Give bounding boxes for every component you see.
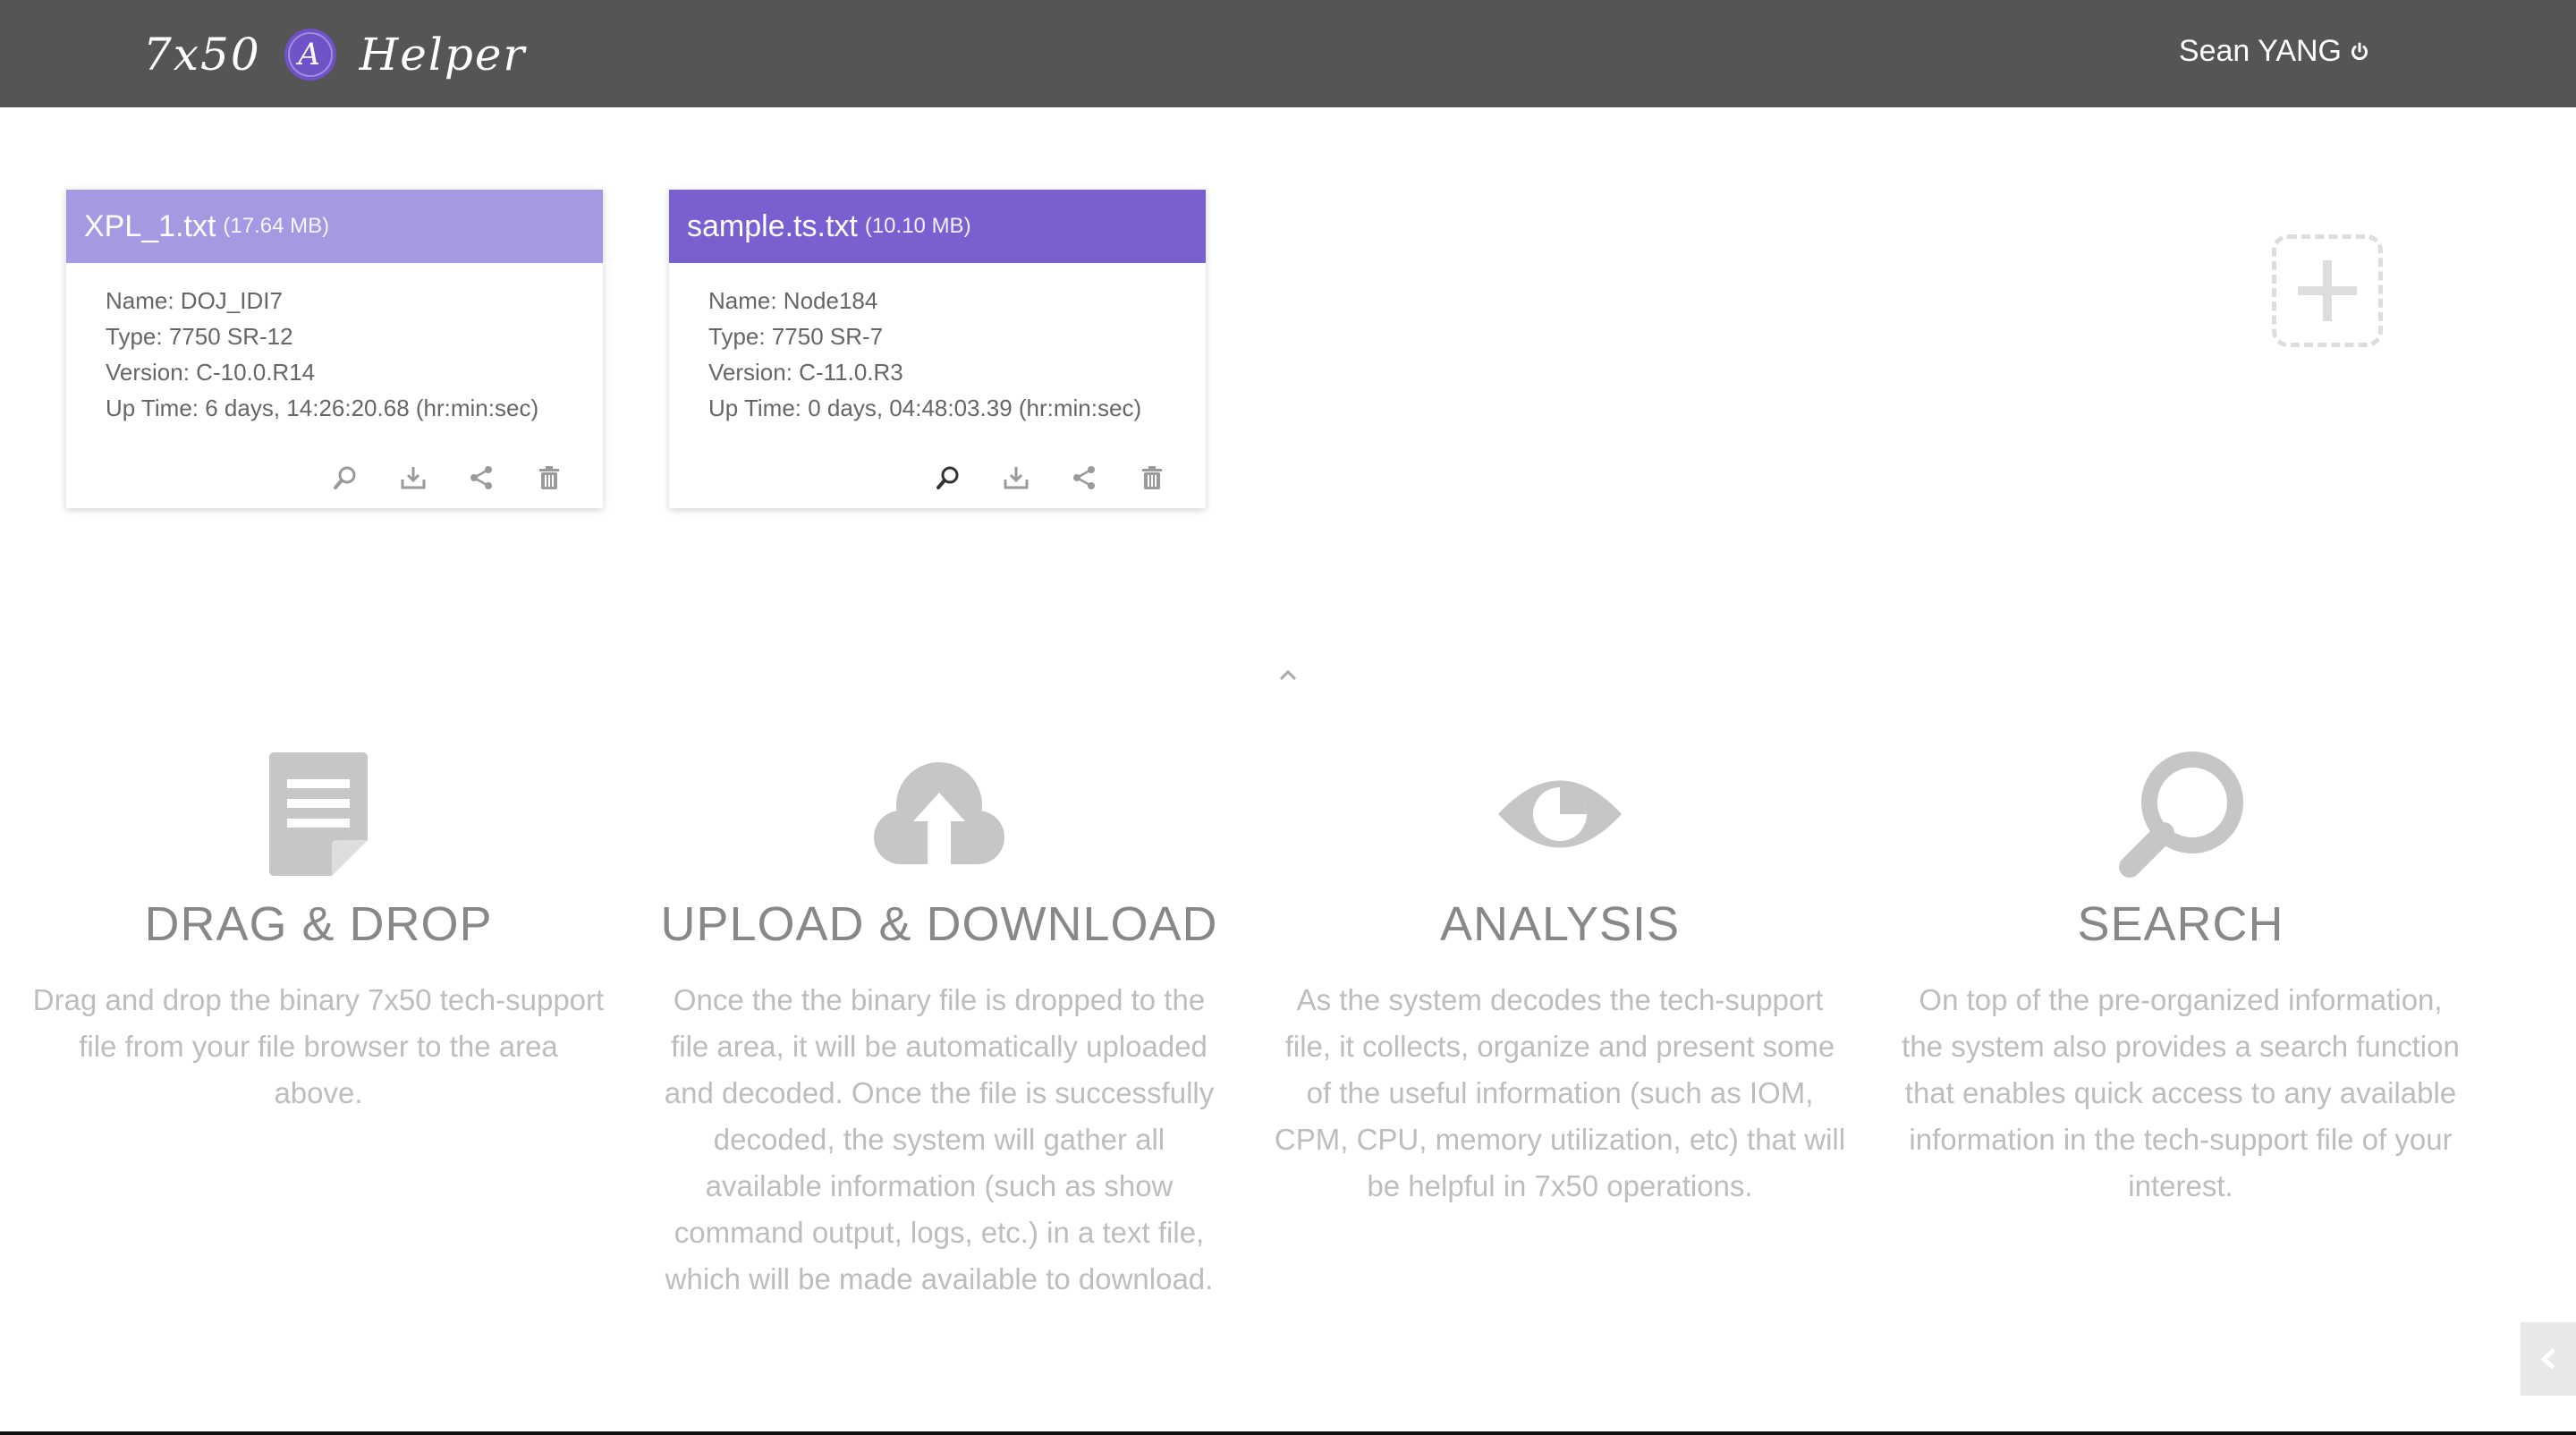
power-icon[interactable] <box>2349 41 2370 63</box>
feature-description: On top of the pre-organized information,… <box>1902 983 2460 1202</box>
search-icon[interactable] <box>934 463 962 492</box>
logo-text-left: 7x50 <box>143 29 261 81</box>
top-navbar: 7x50 A Helper Sean YANG <box>0 0 2576 107</box>
chevron-up-icon[interactable] <box>1277 666 1299 684</box>
download-icon[interactable] <box>399 463 428 492</box>
side-panel-toggle[interactable] <box>2521 1322 2576 1396</box>
device-version: Version: C-11.0.R3 <box>708 359 903 386</box>
file-size: (17.64 MB) <box>223 214 330 238</box>
cloud-upload-icon <box>644 743 1234 886</box>
trash-icon[interactable] <box>535 463 564 492</box>
logo-badge-icon: A <box>284 29 336 81</box>
device-uptime: Up Time: 0 days, 04:48:03.39 (hr:min:sec… <box>708 395 1142 421</box>
feature-title: DRAG & DROP <box>144 897 493 951</box>
header-notch <box>209 263 234 276</box>
file-card-details: Name: Node184 Type: 7750 SR-7 Version: C… <box>669 263 1206 426</box>
app-logo[interactable]: 7x50 A Helper <box>143 23 526 86</box>
file-card[interactable]: sample.ts.txt (10.10 MB) Name: Node184 T… <box>669 190 1206 508</box>
share-icon[interactable] <box>1070 463 1098 492</box>
eye-icon <box>1265 743 1855 886</box>
device-version: Version: C-10.0.R14 <box>106 359 316 386</box>
feature-description: Drag and drop the binary 7x50 tech-suppo… <box>32 983 605 1109</box>
feature-description: Once the the binary file is dropped to t… <box>664 983 1215 1295</box>
document-icon <box>23 743 614 886</box>
user-name[interactable]: Sean YANG <box>2179 34 2342 69</box>
trash-icon[interactable] <box>1138 463 1166 492</box>
file-name: sample.ts.txt <box>687 208 858 243</box>
download-icon[interactable] <box>1002 463 1030 492</box>
search-icon <box>1885 743 2476 886</box>
chevron-left-icon <box>2540 1348 2555 1370</box>
file-size: (10.10 MB) <box>864 214 971 238</box>
window-bottom-edge <box>0 1431 2576 1435</box>
feature-title: UPLOAD & DOWNLOAD <box>660 897 1218 951</box>
file-card-details: Name: DOJ_IDI7 Type: 7750 SR-12 Version:… <box>66 263 603 426</box>
file-card-header[interactable]: sample.ts.txt (10.10 MB) <box>669 190 1206 276</box>
logo-text-right: Helper <box>359 29 527 81</box>
card-actions <box>934 463 1166 492</box>
file-card[interactable]: XPL_1.txt (17.64 MB) Name: DOJ_IDI7 Type… <box>66 190 603 508</box>
feature-title: SEARCH <box>2077 897 2284 951</box>
feature-upload-download: UPLOAD & DOWNLOAD Once the the binary fi… <box>644 743 1234 1303</box>
feature-analysis: ANALYSIS As the system decodes the tech-… <box>1265 743 1855 1210</box>
file-name: XPL_1.txt <box>84 208 216 243</box>
header-notch <box>812 263 837 276</box>
file-card-header[interactable]: XPL_1.txt (17.64 MB) <box>66 190 603 276</box>
device-type: Type: 7750 SR-12 <box>106 323 293 350</box>
device-name: Name: Node184 <box>708 287 878 314</box>
feature-search: SEARCH On top of the pre-organized infor… <box>1885 743 2476 1210</box>
share-icon[interactable] <box>467 463 496 492</box>
device-uptime: Up Time: 6 days, 14:26:20.68 (hr:min:sec… <box>106 395 539 421</box>
feature-drag-drop: DRAG & DROP Drag and drop the binary 7x5… <box>23 743 614 1117</box>
device-name: Name: DOJ_IDI7 <box>106 287 283 314</box>
add-file-button[interactable] <box>2272 234 2383 347</box>
device-type: Type: 7750 SR-7 <box>708 323 884 350</box>
card-actions <box>331 463 564 492</box>
search-icon[interactable] <box>331 463 360 492</box>
logo-badge-letter: A <box>298 37 322 72</box>
feature-title: ANALYSIS <box>1439 897 1681 951</box>
feature-description: As the system decodes the tech-support f… <box>1274 983 1846 1202</box>
